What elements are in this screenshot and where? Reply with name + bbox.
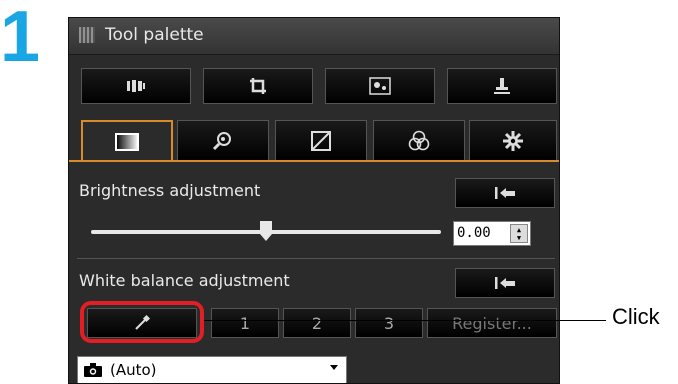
- brightness-value-field[interactable]: 0.00 ▲ ▼: [453, 221, 531, 246]
- reset-icon: [493, 275, 517, 291]
- white-balance-reset-button[interactable]: [455, 268, 555, 298]
- tab-detail[interactable]: [177, 120, 269, 160]
- register-label: Register...: [452, 313, 532, 333]
- wb-preset-3-button[interactable]: 3: [355, 308, 423, 338]
- wb-preset-label: 2: [311, 313, 323, 333]
- stamp-icon: [492, 76, 512, 96]
- copy-stamp-button[interactable]: [447, 68, 557, 104]
- register-button[interactable]: Register...: [427, 308, 557, 338]
- step-number: 1: [0, 0, 41, 77]
- wb-preset-label: 3: [383, 313, 395, 333]
- brightness-slider-thumb[interactable]: [260, 221, 272, 241]
- spin-down-icon[interactable]: ▼: [517, 234, 521, 242]
- highlight-frame: [80, 301, 204, 343]
- white-balance-select[interactable]: (Auto): [77, 356, 347, 383]
- section-divider: [77, 258, 555, 259]
- white-balance-label: White balance adjustment: [79, 271, 290, 290]
- tab-basic-adjust[interactable]: [81, 120, 173, 162]
- brightness-spinner[interactable]: ▲ ▼: [510, 224, 528, 243]
- reset-icon: [493, 185, 517, 201]
- tab-settings[interactable]: [469, 120, 557, 160]
- brightness-value: 0.00: [457, 225, 491, 241]
- basic-adjust-icon: [115, 133, 139, 151]
- callout-line: [204, 320, 606, 321]
- dust-delete-icon: [369, 77, 391, 95]
- settings-icon: [502, 130, 524, 152]
- tone-curve-icon: [311, 130, 331, 151]
- crop-button[interactable]: [203, 68, 313, 104]
- detail-icon: [211, 130, 235, 152]
- compare-button[interactable]: [81, 68, 191, 104]
- tab-color[interactable]: [373, 120, 465, 160]
- tabs-underline: [69, 160, 559, 162]
- wb-preset-label: 1: [239, 313, 251, 333]
- camera-icon: [84, 363, 102, 377]
- callout-label: Click: [612, 304, 660, 329]
- dust-delete-button[interactable]: [325, 68, 435, 104]
- tab-tone-curve[interactable]: [275, 120, 367, 160]
- chevron-down-icon[interactable]: [330, 365, 338, 370]
- wb-preset-1-button[interactable]: 1: [211, 308, 279, 338]
- palette-title: Tool palette: [105, 25, 204, 45]
- white-balance-selected: (Auto): [110, 361, 157, 379]
- palette-titlebar[interactable]: Tool palette: [69, 18, 559, 55]
- brightness-reset-button[interactable]: [455, 178, 555, 208]
- color-icon: [408, 130, 430, 152]
- brightness-label: Brightness adjustment: [79, 181, 261, 200]
- spin-up-icon[interactable]: ▲: [517, 226, 521, 234]
- compare-icon: [125, 79, 147, 93]
- crop-icon: [248, 76, 268, 96]
- wb-preset-2-button[interactable]: 2: [283, 308, 351, 338]
- grip-icon[interactable]: [79, 27, 95, 43]
